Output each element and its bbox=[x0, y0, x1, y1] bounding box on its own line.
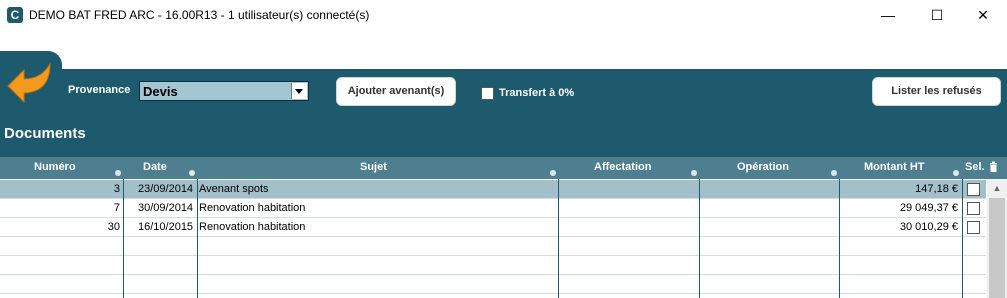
documents-section bbox=[0, 115, 1007, 157]
column-header-sel[interactable]: Sel. bbox=[965, 161, 985, 173]
sort-icon[interactable] bbox=[115, 170, 121, 176]
cell-sujet: Renovation habitation bbox=[199, 221, 306, 233]
sort-icon[interactable] bbox=[953, 170, 959, 176]
row-select-checkbox[interactable] bbox=[967, 183, 980, 196]
close-button[interactable]: ✕ bbox=[960, 0, 1006, 30]
provenance-label: Provenance bbox=[68, 84, 131, 96]
cell-sujet: Avenant spots bbox=[199, 183, 269, 195]
app-icon: C bbox=[7, 7, 23, 23]
back-arrow-icon[interactable] bbox=[6, 60, 54, 106]
sort-icon[interactable] bbox=[550, 170, 556, 176]
transfer-checkbox[interactable] bbox=[481, 87, 494, 100]
cell-date: 16/10/2015 bbox=[138, 221, 194, 233]
cell-date: 23/09/2014 bbox=[138, 183, 194, 195]
column-divider bbox=[962, 179, 963, 298]
scrollbar-thumb[interactable] bbox=[989, 198, 1005, 298]
row-select-checkbox[interactable] bbox=[967, 202, 980, 215]
cell-date: 30/09/2014 bbox=[138, 202, 194, 214]
cell-montant: 147,18 € bbox=[915, 183, 958, 195]
column-header-operation[interactable]: Opération bbox=[737, 161, 789, 173]
sort-icon[interactable] bbox=[189, 170, 195, 176]
column-divider bbox=[197, 179, 198, 298]
scroll-up-icon[interactable]: ▲ bbox=[987, 180, 1007, 196]
section-title: Documents bbox=[4, 125, 86, 142]
column-header-numero[interactable]: Numéro bbox=[34, 161, 76, 173]
column-header-montant[interactable]: Montant HT bbox=[864, 161, 924, 173]
chevron-down-icon[interactable] bbox=[291, 83, 307, 99]
cell-montant: 30 010,29 € bbox=[899, 221, 958, 233]
cell-numero: 3 bbox=[113, 183, 120, 195]
column-header-date[interactable]: Date bbox=[143, 161, 167, 173]
window-titlebar: C DEMO BAT FRED ARC - 16.00R13 - 1 utili… bbox=[0, 0, 1007, 30]
column-header-affectation[interactable]: Affectation bbox=[594, 161, 651, 173]
trash-icon[interactable] bbox=[989, 161, 998, 172]
window-title: DEMO BAT FRED ARC - 16.00R13 - 1 utilisa… bbox=[29, 8, 370, 22]
provenance-select[interactable]: Devis bbox=[139, 81, 309, 101]
minimize-button[interactable]: — bbox=[865, 0, 911, 30]
column-divider bbox=[123, 179, 124, 298]
column-header-sujet[interactable]: Sujet bbox=[360, 161, 387, 173]
list-refused-button[interactable]: Lister les refusés bbox=[872, 77, 1001, 106]
transfer-label: Transfert à 0% bbox=[499, 87, 575, 99]
column-divider bbox=[839, 179, 840, 298]
cell-numero: 30 bbox=[107, 221, 120, 233]
column-divider bbox=[699, 179, 700, 298]
cell-numero: 7 bbox=[113, 202, 120, 214]
column-divider bbox=[558, 179, 559, 298]
sort-icon[interactable] bbox=[691, 170, 697, 176]
cell-montant: 29 049,37 € bbox=[899, 202, 958, 214]
row-select-checkbox[interactable] bbox=[967, 221, 980, 234]
add-amendment-button[interactable]: Ajouter avenant(s) bbox=[336, 77, 456, 106]
maximize-button[interactable]: ☐ bbox=[914, 0, 960, 30]
cell-sujet: Renovation habitation bbox=[199, 202, 306, 214]
sort-icon[interactable] bbox=[831, 170, 837, 176]
provenance-value: Devis bbox=[143, 84, 178, 99]
